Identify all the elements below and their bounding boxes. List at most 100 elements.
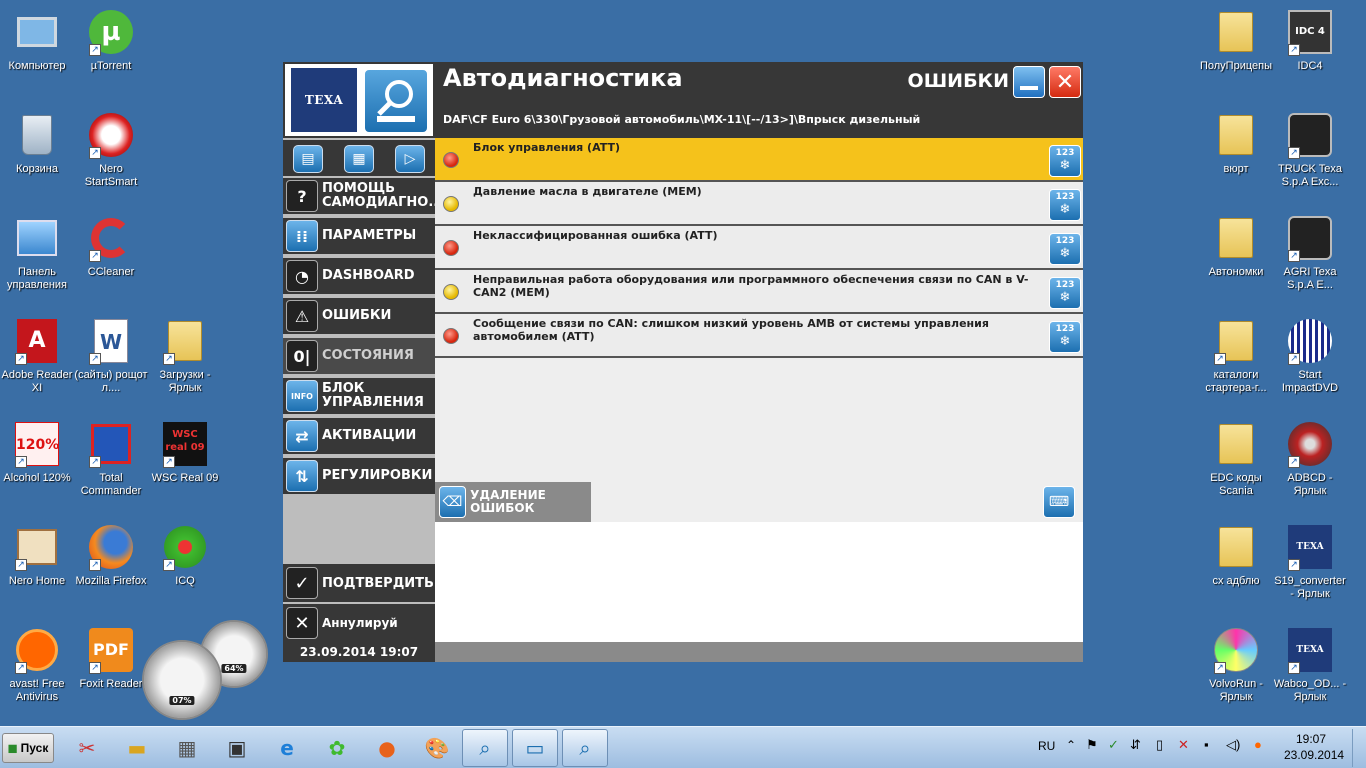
- desktop-icon-wabco[interactable]: TEXA ↗ Wabco_OD... - Ярлык: [1273, 626, 1347, 704]
- freeze-frame-button[interactable]: 123 ❄: [1049, 277, 1081, 309]
- desktop-icon-downloads[interactable]: ↗ Загрузки - Ярлык: [148, 317, 222, 395]
- action-bar: ⌫ УДАЛЕНИЕ ОШИБОК ⌨: [435, 482, 1083, 522]
- taskbar-internet-explorer[interactable]: e: [264, 729, 310, 767]
- freeze-frame-button[interactable]: 123 ❄: [1049, 321, 1081, 353]
- menu-item-parameters[interactable]: ⁞⁞ ПАРАМЕТРЫ: [283, 218, 435, 256]
- palette-icon: 🎨: [424, 736, 450, 760]
- folder-icon: ↗: [1212, 317, 1260, 365]
- checkmark-icon[interactable]: ✓: [1108, 737, 1119, 753]
- desktop-icon-idc4[interactable]: IDC 4 ↗ IDC4: [1273, 8, 1347, 73]
- desktop-icon-ccleaner[interactable]: ↗ CCleaner: [74, 214, 148, 279]
- clock-date[interactable]: 23.09.2014: [1284, 748, 1344, 762]
- desktop-icon-s19-converter[interactable]: TEXA ↗ S19_converter - Ярлык: [1273, 523, 1347, 601]
- cancel-button[interactable]: ✕ Аннулируй: [283, 602, 435, 642]
- volume-icon[interactable]: ◁): [1226, 737, 1240, 753]
- error-row[interactable]: Сообщение связи по CAN: слишком низкий у…: [435, 314, 1083, 358]
- battery-icon[interactable]: ▯: [1156, 737, 1163, 753]
- dashboard-icon: ◔: [286, 260, 318, 292]
- desktop-icon-polupricepy[interactable]: ПолуПрицепы: [1199, 8, 1273, 73]
- play-button[interactable]: ▷: [395, 145, 425, 173]
- cpu-gauge-gadget[interactable]: 07%: [142, 640, 222, 720]
- desktop-icon-volvorun[interactable]: ↗ VolvoRun - Ярлык: [1199, 626, 1273, 704]
- clock-time[interactable]: 19:07: [1296, 732, 1326, 746]
- desktop-icon-alcohol[interactable]: 120% ↗ Alcohol 120%: [0, 420, 74, 485]
- desktop-icon-edc-scania[interactable]: EDC коды Scania: [1199, 420, 1273, 498]
- taskbar-window[interactable]: ▭: [512, 729, 558, 767]
- taskbar-monitor-app[interactable]: ▣: [214, 729, 260, 767]
- menu-item-activations[interactable]: ⇄ АКТИВАЦИИ: [283, 418, 435, 456]
- windows-logo-icon: ◼: [7, 741, 18, 755]
- desktop-icon-nero-home[interactable]: ↗ Nero Home: [0, 523, 74, 588]
- icq-flower-icon: ✿: [328, 736, 346, 760]
- taskbar-texa-app-2[interactable]: ⌕: [562, 729, 608, 767]
- taskbar-firefox[interactable]: ●: [364, 729, 410, 767]
- adobe-reader-icon: A ↗: [13, 317, 61, 365]
- delete-errors-button[interactable]: ⌫ УДАЛЕНИЕ ОШИБОК: [435, 482, 591, 522]
- start-button[interactable]: ◼ Пуск: [2, 733, 54, 763]
- error-row[interactable]: Блок управления (ATT) 123 ❄: [435, 138, 1083, 182]
- desktop-icon-utorrent[interactable]: µ ↗ µTorrent: [74, 8, 148, 73]
- desktop-icon-total-commander[interactable]: ↗ Total Commander: [74, 420, 148, 498]
- taskbar-scissors-app[interactable]: ✂: [64, 729, 110, 767]
- desktop-icon-adbcd[interactable]: ↗ ADBCD - Ярлык: [1273, 420, 1347, 498]
- taskbar-calculator[interactable]: ▦: [164, 729, 210, 767]
- menu-item-errors[interactable]: ⚠ ОШИБКИ: [283, 298, 435, 336]
- keyboard-button[interactable]: ⌨: [1043, 486, 1075, 518]
- record-button[interactable]: ▦: [344, 145, 374, 173]
- taskbar-texa-app-1[interactable]: ⌕: [462, 729, 508, 767]
- taskbar-explorer[interactable]: ▬: [114, 729, 160, 767]
- sidebar-toolbar: ▤ ▦ ▷: [283, 138, 435, 178]
- network-disconnected-icon[interactable]: ✕: [1178, 737, 1189, 753]
- media-icon[interactable]: ▪: [1204, 737, 1209, 752]
- show-desktop-button[interactable]: [1352, 729, 1364, 767]
- desktop-icon-firefox[interactable]: ↗ Mozilla Firefox: [74, 523, 148, 588]
- folder-icon: [1212, 111, 1260, 159]
- desktop-icon-computer[interactable]: Компьютер: [0, 8, 74, 73]
- desktop-icon-adobe-reader[interactable]: A ↗ Adobe Reader XI: [0, 317, 74, 395]
- freeze-frame-button[interactable]: 123 ❄: [1049, 145, 1081, 177]
- error-row[interactable]: Неклассифицированная ошибка (ATT) 123 ❄: [435, 226, 1083, 270]
- menu-item-adjustments[interactable]: ⇅ РЕГУЛИРОВКИ: [283, 458, 435, 496]
- truck-texa-icon: ↗: [1286, 111, 1334, 159]
- desktop-icon-truck-texa[interactable]: ↗ TRUCK Texa S.p.A Exc...: [1273, 111, 1347, 189]
- adjustment-icon: ⇅: [286, 460, 318, 492]
- desktop-icon-sh-adblue[interactable]: сх адблю: [1199, 523, 1273, 588]
- flag-icon[interactable]: ⚑: [1086, 737, 1098, 753]
- error-row[interactable]: Неправильная работа оборудования или про…: [435, 270, 1083, 314]
- desktop-icon-avtonomki[interactable]: Автономки: [1199, 214, 1273, 279]
- memory-gauge-value: 64%: [221, 664, 247, 673]
- grid-icon: ⁞⁞: [286, 220, 318, 252]
- status-red-icon: [443, 152, 459, 168]
- desktop-icon-icq[interactable]: ↗ ICQ: [148, 523, 222, 588]
- desktop-icon-avast[interactable]: ↗ avast! Free Antivirus: [0, 626, 74, 704]
- desktop-icon-word-doc[interactable]: W ↗ (сайты) рощот л....: [74, 317, 148, 395]
- print-button[interactable]: ▤: [293, 145, 323, 173]
- desktop-icon-start-impactdvd[interactable]: ↗ Start ImpactDVD: [1273, 317, 1347, 395]
- show-hidden-icons-button[interactable]: ⌃: [1066, 738, 1076, 752]
- menu-item-self-diagnosis-help[interactable]: ? ПОМОЩЬ САМОДИАГНО...: [283, 178, 443, 216]
- desktop-icon-agri-texa[interactable]: ↗ AGRI Texa S.p.A E...: [1273, 214, 1347, 292]
- desktop-icon-katalogi[interactable]: ↗ каталоги стартера-г...: [1199, 317, 1273, 395]
- taskbar-icq[interactable]: ✿: [314, 729, 360, 767]
- network-icon[interactable]: ⇵: [1130, 737, 1141, 753]
- taskbar-paint[interactable]: 🎨: [414, 729, 460, 767]
- desktop-icon-control-panel[interactable]: Панель управления: [0, 214, 74, 292]
- vehicle-path: DAF\CF Euro 6\330\Грузовой автомобиль\MX…: [443, 113, 921, 126]
- menu-item-states[interactable]: 0| СОСТОЯНИЯ: [283, 338, 435, 376]
- avast-tray-icon[interactable]: ●: [1254, 737, 1262, 752]
- error-row[interactable]: Давление масла в двигателе (MEM) 123 ❄: [435, 182, 1083, 226]
- freeze-frame-button[interactable]: 123 ❄: [1049, 233, 1081, 265]
- freeze-frame-button[interactable]: 123 ❄: [1049, 189, 1081, 221]
- desktop-icon-foxit[interactable]: PDF ↗ Foxit Reader: [74, 626, 148, 691]
- states-icon: 0|: [286, 340, 318, 372]
- desktop-icon-recycle-bin[interactable]: Корзина: [0, 111, 74, 176]
- menu-item-control-unit[interactable]: INFO БЛОК УПРАВЛЕНИЯ: [283, 378, 435, 416]
- confirm-button[interactable]: ✓ ПОДТВЕРДИТЬ: [283, 562, 435, 602]
- language-indicator[interactable]: RU: [1038, 739, 1055, 753]
- desktop-icon-vyurt[interactable]: вюрт: [1199, 111, 1273, 176]
- menu-item-dashboard[interactable]: ◔ DASHBOARD: [283, 258, 435, 296]
- desktop-icon-nero-startsmart[interactable]: ↗ Nero StartSmart: [74, 111, 148, 189]
- desktop-icon-wsc-real[interactable]: WSC real 09 ↗ WSC Real 09: [148, 420, 222, 485]
- close-button[interactable]: ✕: [1049, 66, 1081, 98]
- minimize-button[interactable]: [1013, 66, 1045, 98]
